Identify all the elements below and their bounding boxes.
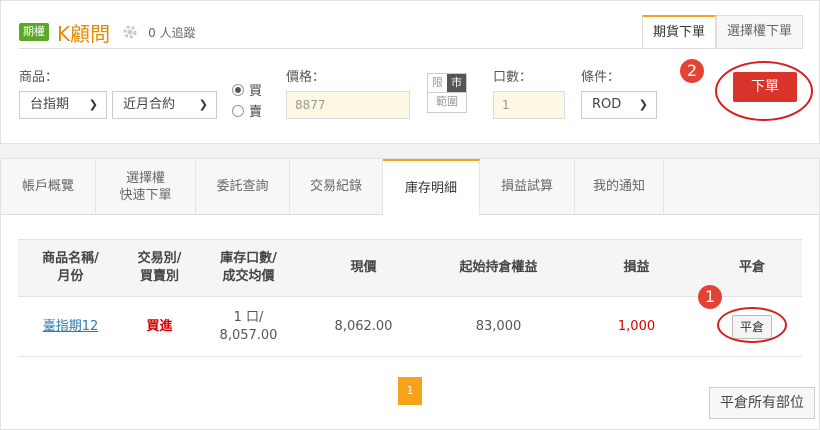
contract-value: 近月合約 [123, 97, 176, 112]
options-badge: 期權 [19, 23, 49, 41]
product-label: 商品： [19, 70, 59, 85]
qty-input[interactable]: 1 [493, 91, 565, 119]
table-header-row: 商品名稱/ 月份 交易別/ 買賣別 庫存口數/ 成交均價 現價 起始持倉權益 損… [18, 239, 802, 297]
cell-price: 8,062.00 [301, 296, 426, 357]
col-equity: 起始持倉權益 [426, 239, 571, 297]
positions-panel: 帳戶概覽 選擇權 快速下單 委託查詢 交易紀錄 庫存明細 損益試算 我的通知 商… [0, 158, 820, 430]
tab-account-overview[interactable]: 帳戶概覽 [1, 159, 96, 214]
tab-notifications[interactable]: 我的通知 [575, 159, 664, 214]
tab-options-quick-order[interactable]: 選擇權 快速下單 [96, 159, 196, 214]
tab-options-order[interactable]: 選擇權下單 [715, 15, 803, 49]
tab-trade-history[interactable]: 交易紀錄 [290, 159, 383, 214]
highlight-ring [715, 61, 813, 121]
buy-radio[interactable]: 買 [232, 80, 262, 99]
qty-label: 口數： [493, 70, 533, 85]
condition-label: 條件： [581, 70, 621, 85]
tab-futures-order[interactable]: 期貨下單 [641, 15, 716, 49]
highlight-ring [717, 307, 787, 343]
inventory-table: 商品名稱/ 月份 交易別/ 買賣別 庫存口數/ 成交均價 現價 起始持倉權益 損… [18, 239, 802, 357]
col-pnl: 損益 [571, 239, 702, 297]
col-product: 商品名稱/ 月份 [18, 239, 123, 297]
cell-product[interactable]: 臺指期12 [18, 296, 123, 357]
follower-count: 0 人追蹤 [148, 25, 196, 40]
col-price: 現價 [301, 239, 426, 297]
col-qty: 庫存口數/ 成交均價 [196, 239, 301, 297]
chevron-down-icon: ❯ [88, 98, 98, 111]
product-value: 台指期 [30, 97, 70, 112]
tab-order-query[interactable]: 委託查詢 [196, 159, 290, 214]
contract-select[interactable]: 近月合約 ❯ [112, 91, 217, 119]
step-1-marker: 1 [698, 285, 722, 309]
divider [19, 48, 803, 49]
market-toggle[interactable]: 市 [447, 74, 466, 92]
page-1-button[interactable]: 1 [398, 377, 422, 405]
gear-icon[interactable] [122, 24, 138, 40]
step-2-marker: 2 [680, 59, 704, 83]
condition-value: ROD [592, 97, 622, 112]
title-row: 期權 K顧問 0 人追蹤 [19, 19, 196, 46]
tab-inventory[interactable]: 庫存明細 [383, 159, 480, 215]
cell-side: 買進 [123, 296, 196, 357]
buy-label: 買 [249, 84, 263, 99]
radio-checked-icon [232, 83, 244, 96]
sell-label: 賣 [249, 105, 263, 120]
close-all-positions-button[interactable]: 平倉所有部位 [709, 387, 815, 419]
cell-equity: 83,000 [426, 296, 571, 357]
chevron-down-icon: ❯ [638, 98, 648, 111]
account-tabs: 帳戶概覽 選擇權 快速下單 委託查詢 交易紀錄 庫存明細 損益試算 我的通知 [1, 159, 819, 215]
tab-pnl-calc[interactable]: 損益試算 [480, 159, 575, 214]
range-toggle[interactable]: 範圍 [427, 93, 467, 113]
sell-radio[interactable]: 賣 [232, 101, 262, 120]
cell-pnl: 1,000 [571, 296, 702, 357]
limit-toggle[interactable]: 限 [428, 74, 447, 92]
radio-unchecked-icon [232, 104, 244, 117]
price-label: 價格： [286, 70, 326, 85]
cell-qty: 1 口/ 8,057.00 [196, 296, 301, 357]
order-panel: 期權 K顧問 0 人追蹤 期貨下單 選擇權下單 商品： 台指期 ❯ 近月合約 ❯… [0, 0, 820, 144]
price-input[interactable]: 8877 [286, 91, 410, 119]
page-title: K顧問 [57, 21, 111, 46]
product-select[interactable]: 台指期 ❯ [19, 91, 107, 119]
order-type-tabs: 期貨下單 選擇權下單 [641, 15, 803, 49]
chevron-down-icon: ❯ [198, 98, 208, 111]
table-row: 臺指期12 買進 1 口/ 8,057.00 8,062.00 83,000 1… [18, 296, 802, 357]
product-link[interactable]: 臺指期12 [43, 319, 99, 334]
col-side: 交易別/ 買賣別 [123, 239, 196, 297]
tab-spacer [664, 159, 819, 214]
condition-select[interactable]: ROD ❯ [581, 91, 657, 119]
price-type-toggle: 限 市 範圍 [427, 73, 467, 113]
